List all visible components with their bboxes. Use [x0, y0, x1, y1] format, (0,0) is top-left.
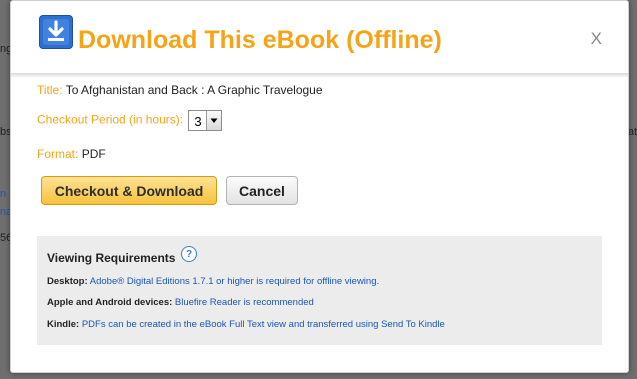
- requirement-kindle: Kindle: PDFs can be created in the eBook…: [47, 319, 445, 330]
- requirement-link[interactable]: Adobe® Digital Editions 1.7.1 or higher …: [90, 276, 379, 287]
- requirement-link[interactable]: PDFs can be created in the eBook Full Te…: [82, 319, 445, 330]
- title-value: To Afghanistan and Back : A Graphic Trav…: [65, 83, 323, 97]
- format-value: PDF: [81, 147, 106, 161]
- checkout-period-select[interactable]: 3: [188, 110, 223, 131]
- cancel-button[interactable]: Cancel: [226, 176, 298, 205]
- title-label: Title:: [37, 83, 63, 97]
- backdrop-text: at: [628, 126, 637, 138]
- viewing-requirements-panel: Viewing Requirements ? Desktop: Adobe® D…: [37, 236, 602, 345]
- download-dialog: Download This eBook (Offline) X Title: T…: [10, 0, 629, 373]
- format-label: Format:: [37, 147, 79, 161]
- requirement-label: Desktop:: [47, 276, 88, 287]
- backdrop-link: n: [0, 188, 7, 200]
- dropdown-arrow-icon[interactable]: [206, 111, 222, 130]
- close-button[interactable]: X: [591, 29, 602, 49]
- checkout-period-row: Checkout Period (in hours): 3: [37, 110, 223, 131]
- download-icon: [39, 15, 73, 49]
- requirement-label: Apple and Android devices:: [47, 297, 173, 308]
- format-row: Format: PDF: [37, 147, 106, 161]
- viewing-requirements-heading: Viewing Requirements: [47, 251, 176, 265]
- requirement-mobile: Apple and Android devices: Bluefire Read…: [47, 297, 314, 308]
- checkout-period-label: Checkout Period (in hours):: [37, 112, 184, 127]
- help-icon[interactable]: ?: [181, 246, 197, 262]
- header-divider: [11, 73, 628, 78]
- dialog-title: Download This eBook (Offline): [78, 26, 442, 54]
- checkout-download-button[interactable]: Checkout & Download: [41, 176, 217, 205]
- title-row: Title: To Afghanistan and Back : A Graph…: [37, 83, 323, 97]
- checkout-period-value: 3: [194, 114, 202, 129]
- requirement-link[interactable]: Bluefire Reader is recommended: [175, 297, 314, 308]
- dialog-header: Download This eBook (Offline) X: [11, 1, 628, 73]
- requirement-label: Kindle:: [47, 319, 80, 330]
- requirement-desktop: Desktop: Adobe® Digital Editions 1.7.1 o…: [47, 276, 379, 287]
